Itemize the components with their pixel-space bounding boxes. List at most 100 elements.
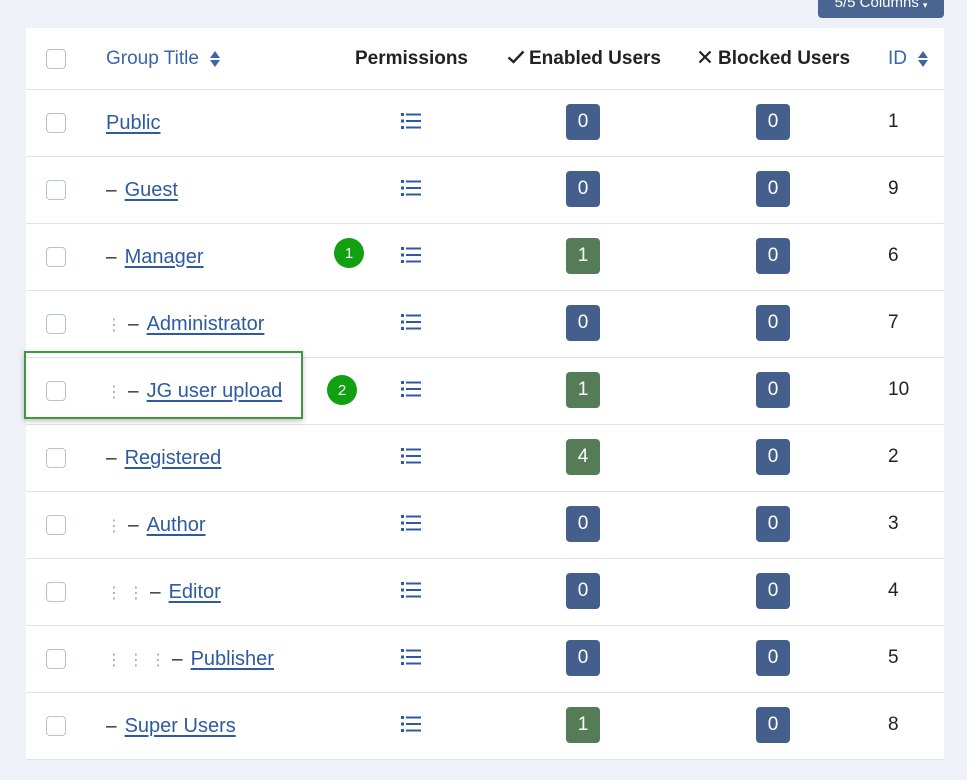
row-checkbox[interactable]: [46, 448, 66, 468]
table-row: ⋮ ⋮ – Editor 0 0 4: [26, 559, 944, 626]
group-title-cell: ⋮ ⋮ – Editor: [106, 559, 221, 626]
table-row: Public 0 0 1: [26, 90, 944, 157]
permissions-header: Permissions: [355, 48, 468, 69]
indent-dots-icon: ⋮: [150, 651, 166, 669]
group-title-link[interactable]: Super Users: [125, 715, 236, 738]
level-dash: –: [106, 447, 117, 469]
row-checkbox[interactable]: [46, 515, 66, 535]
sort-id-link[interactable]: ID: [888, 48, 929, 70]
sort-group-title-link[interactable]: Group Title: [106, 48, 221, 70]
enabled-users-badge[interactable]: 0: [566, 506, 600, 542]
blocked-users-badge[interactable]: 0: [756, 104, 790, 140]
row-checkbox[interactable]: [46, 247, 66, 267]
columns-toggle-button[interactable]: 5/5 Columns ▾: [818, 0, 944, 18]
row-checkbox[interactable]: [46, 314, 66, 334]
blocked-users-badge[interactable]: 0: [756, 640, 790, 676]
enabled-users-label: Enabled Users: [529, 48, 661, 69]
group-title-header: Group Title: [106, 48, 199, 69]
table-row: – Manager 1 0 6: [26, 224, 944, 291]
indent-dots-icon: ⋮: [106, 517, 122, 535]
list-icon[interactable]: [401, 246, 421, 264]
group-title-link[interactable]: Registered: [125, 447, 222, 470]
enabled-users-badge[interactable]: 4: [566, 439, 600, 475]
id-header: ID: [888, 48, 907, 69]
enabled-users-badge[interactable]: 0: [566, 104, 600, 140]
blocked-users-badge[interactable]: 0: [756, 573, 790, 609]
table-row: – Registered 4 0 2: [26, 425, 944, 492]
annotation-marker-2: 2: [327, 375, 357, 405]
group-id: 4: [888, 580, 899, 601]
list-icon[interactable]: [401, 112, 421, 130]
indent-dots-icon: ⋮: [128, 651, 144, 669]
group-title-cell: ⋮ ⋮ ⋮ – Publisher: [106, 626, 274, 693]
blocked-users-badge[interactable]: 0: [756, 372, 790, 408]
row-checkbox[interactable]: [46, 180, 66, 200]
enabled-users-badge[interactable]: 1: [566, 238, 600, 274]
table-row: – Super Users 1 0 8: [26, 693, 944, 760]
group-id: 7: [888, 312, 899, 333]
group-id: 1: [888, 111, 899, 132]
check-icon: [507, 50, 525, 64]
table-row: ⋮ ⋮ ⋮ – Publisher 0 0 5: [26, 626, 944, 693]
group-id: 9: [888, 178, 899, 199]
list-icon[interactable]: [401, 715, 421, 733]
highlight-box: [24, 351, 303, 419]
table-row: – Guest 0 0 9: [26, 157, 944, 224]
group-title-cell: – Super Users: [106, 693, 236, 760]
table-row: ⋮ – Administrator 0 0 7: [26, 291, 944, 358]
enabled-users-badge[interactable]: 0: [566, 171, 600, 207]
group-title-link[interactable]: Manager: [125, 246, 204, 269]
level-dash: –: [172, 648, 183, 670]
group-title-link[interactable]: Administrator: [147, 313, 265, 336]
blocked-users-badge[interactable]: 0: [756, 506, 790, 542]
group-id: 5: [888, 647, 899, 668]
group-title-link[interactable]: Editor: [169, 581, 221, 604]
group-id: 2: [888, 446, 899, 467]
level-dash: –: [128, 514, 139, 536]
sort-icon: [918, 50, 929, 67]
list-icon[interactable]: [401, 581, 421, 599]
enabled-users-badge[interactable]: 0: [566, 640, 600, 676]
blocked-users-header: Blocked Users: [698, 48, 850, 70]
group-title-link[interactable]: Author: [147, 514, 206, 537]
row-checkbox[interactable]: [46, 649, 66, 669]
group-id: 10: [888, 379, 910, 400]
enabled-users-badge[interactable]: 0: [566, 305, 600, 341]
list-icon[interactable]: [401, 514, 421, 532]
group-title-cell: – Guest: [106, 157, 178, 224]
blocked-users-badge[interactable]: 0: [756, 305, 790, 341]
enabled-users-badge[interactable]: 1: [566, 707, 600, 743]
select-all-checkbox[interactable]: [46, 49, 66, 69]
level-dash: –: [150, 581, 161, 603]
blocked-users-badge[interactable]: 0: [756, 707, 790, 743]
blocked-users-badge[interactable]: 0: [756, 171, 790, 207]
indent-dots-icon: ⋮: [106, 584, 122, 602]
group-title-link[interactable]: Public: [106, 112, 160, 135]
group-id: 3: [888, 513, 899, 534]
group-title-cell: ⋮ – Author: [106, 492, 206, 559]
table-row: ⋮ – Author 0 0 3: [26, 492, 944, 559]
caret-down-icon: ▾: [922, 0, 928, 10]
list-icon[interactable]: [401, 648, 421, 666]
close-icon: [698, 50, 712, 64]
annotation-marker-1: 1: [334, 238, 364, 268]
blocked-users-badge[interactable]: 0: [756, 238, 790, 274]
enabled-users-header: Enabled Users: [507, 48, 661, 70]
indent-dots-icon: ⋮: [106, 316, 122, 334]
row-checkbox[interactable]: [46, 113, 66, 133]
list-icon[interactable]: [401, 447, 421, 465]
list-icon[interactable]: [401, 313, 421, 331]
group-title-link[interactable]: Publisher: [191, 648, 274, 671]
row-checkbox[interactable]: [46, 716, 66, 736]
sort-icon: [210, 50, 221, 67]
enabled-users-badge[interactable]: 1: [566, 372, 600, 408]
row-checkbox[interactable]: [46, 582, 66, 602]
blocked-users-badge[interactable]: 0: [756, 439, 790, 475]
group-title-cell: Public: [106, 90, 160, 157]
group-title-link[interactable]: Guest: [125, 179, 178, 202]
list-icon[interactable]: [401, 179, 421, 197]
group-id: 8: [888, 714, 899, 735]
list-icon[interactable]: [401, 380, 421, 398]
enabled-users-badge[interactable]: 0: [566, 573, 600, 609]
level-dash: –: [106, 246, 117, 268]
